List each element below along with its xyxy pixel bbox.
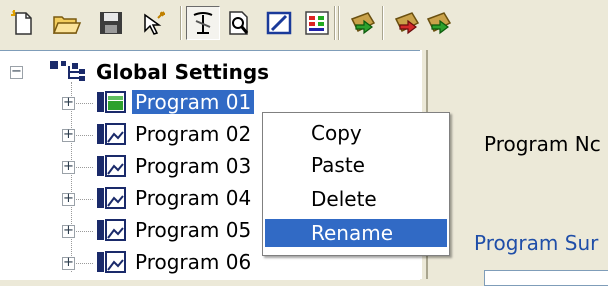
program-summary-label[interactable]: Program Sur (474, 231, 598, 255)
program-summary-field[interactable] (484, 270, 608, 286)
pressed-tool-button[interactable] (186, 6, 220, 40)
program-icon (97, 251, 126, 273)
transfer-red-button[interactable] (390, 6, 424, 40)
transfer-green-icon (350, 12, 376, 35)
print-preview-icon (229, 11, 249, 35)
tree-item-program-04[interactable]: Program 04 (135, 186, 251, 210)
program-selected-icon (97, 91, 126, 113)
new-file-button[interactable] (6, 6, 40, 40)
save-button[interactable] (94, 6, 128, 40)
expand-program-06[interactable]: + (62, 256, 75, 270)
menu-item-copy[interactable]: Copy (265, 119, 447, 147)
program-icon (97, 123, 126, 145)
tree-item-program-02[interactable]: Program 02 (135, 122, 251, 146)
toolbar (0, 0, 608, 48)
toolbar-separator (334, 6, 336, 40)
program-name-label: Program Nc (484, 132, 601, 156)
new-file-icon (11, 10, 32, 35)
context-menu: Copy Paste Delete Rename (262, 112, 450, 256)
edit-icon (266, 11, 292, 35)
menu-item-rename[interactable]: Rename (265, 219, 447, 247)
transfer-red-icon (394, 12, 420, 35)
program-icon (97, 219, 126, 241)
program-icon (97, 155, 126, 177)
collapse-root-expander[interactable]: − (10, 65, 23, 79)
transfer-partial-button[interactable] (424, 6, 454, 40)
toolbar-separator (338, 6, 340, 40)
program-icon (97, 187, 126, 209)
tool-pressed-icon (193, 12, 213, 34)
expand-program-02[interactable]: + (62, 128, 75, 142)
expand-program-01[interactable]: + (62, 96, 75, 110)
save-icon (100, 12, 122, 34)
menu-item-paste[interactable]: Paste (265, 151, 447, 179)
palette-icon (305, 11, 329, 35)
expand-program-03[interactable]: + (62, 160, 75, 174)
wand-cursor-icon (144, 11, 165, 35)
wand-button[interactable] (138, 6, 172, 40)
transfer-partial-icon (426, 12, 452, 35)
toolbar-separator (382, 6, 384, 40)
tree-item-program-01[interactable]: Program 01 (132, 90, 255, 114)
transfer-green-button[interactable] (346, 6, 380, 40)
expand-program-04[interactable]: + (62, 192, 75, 206)
open-button[interactable] (50, 6, 84, 40)
tree-item-program-03[interactable]: Program 03 (135, 154, 251, 178)
tree-item-program-06[interactable]: Program 06 (135, 250, 251, 274)
root-settings-node[interactable] (46, 58, 88, 88)
settings-tree-icon (50, 61, 85, 81)
toolbar-separator (180, 6, 182, 40)
print-preview-button[interactable] (222, 6, 256, 40)
edit-button[interactable] (262, 6, 296, 40)
open-folder-icon (52, 16, 82, 34)
tree-item-program-05[interactable]: Program 05 (135, 218, 251, 242)
palette-button[interactable] (300, 6, 334, 40)
menu-item-delete[interactable]: Delete (265, 185, 447, 213)
expand-program-05[interactable]: + (62, 224, 75, 238)
root-node-label[interactable]: Global Settings (96, 60, 269, 84)
tree-guide-line (71, 82, 72, 272)
